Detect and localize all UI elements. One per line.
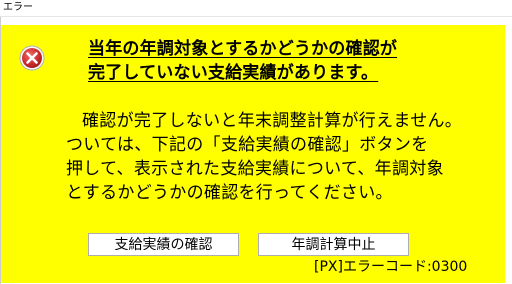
error-icon bbox=[19, 45, 45, 71]
error-heading-line-2: 完了していない支給実績があります。 bbox=[88, 63, 379, 83]
confirm-payment-records-button[interactable]: 支給実績の確認 bbox=[88, 233, 239, 256]
error-code-label: [PX]エラーコード:0300 bbox=[314, 259, 468, 275]
cancel-year-end-calc-button[interactable]: 年調計算中止 bbox=[258, 233, 409, 256]
window-title: エラー bbox=[3, 2, 33, 13]
title-bar[interactable]: エラー bbox=[0, 0, 512, 17]
error-heading-line-1: 当年の年調対象とするかどうかの確認が bbox=[88, 39, 398, 59]
error-dialog-window: エラー 当年の年調対象とするかどうかの確認が 完了していない支給実績があります。… bbox=[0, 0, 512, 284]
error-message-line-4: とするかどうかの確認を行ってください。 bbox=[66, 183, 393, 203]
error-message-line-2: ついては、下記の「支給実績の確認」ボタンを bbox=[66, 135, 429, 155]
error-message-line-1: 確認が完了しないと年末調整計算が行えません。 bbox=[82, 111, 463, 131]
window-right-border bbox=[505, 17, 512, 284]
error-message-line-3: 押して、表示された支給実績について、年調対象 bbox=[66, 159, 444, 179]
